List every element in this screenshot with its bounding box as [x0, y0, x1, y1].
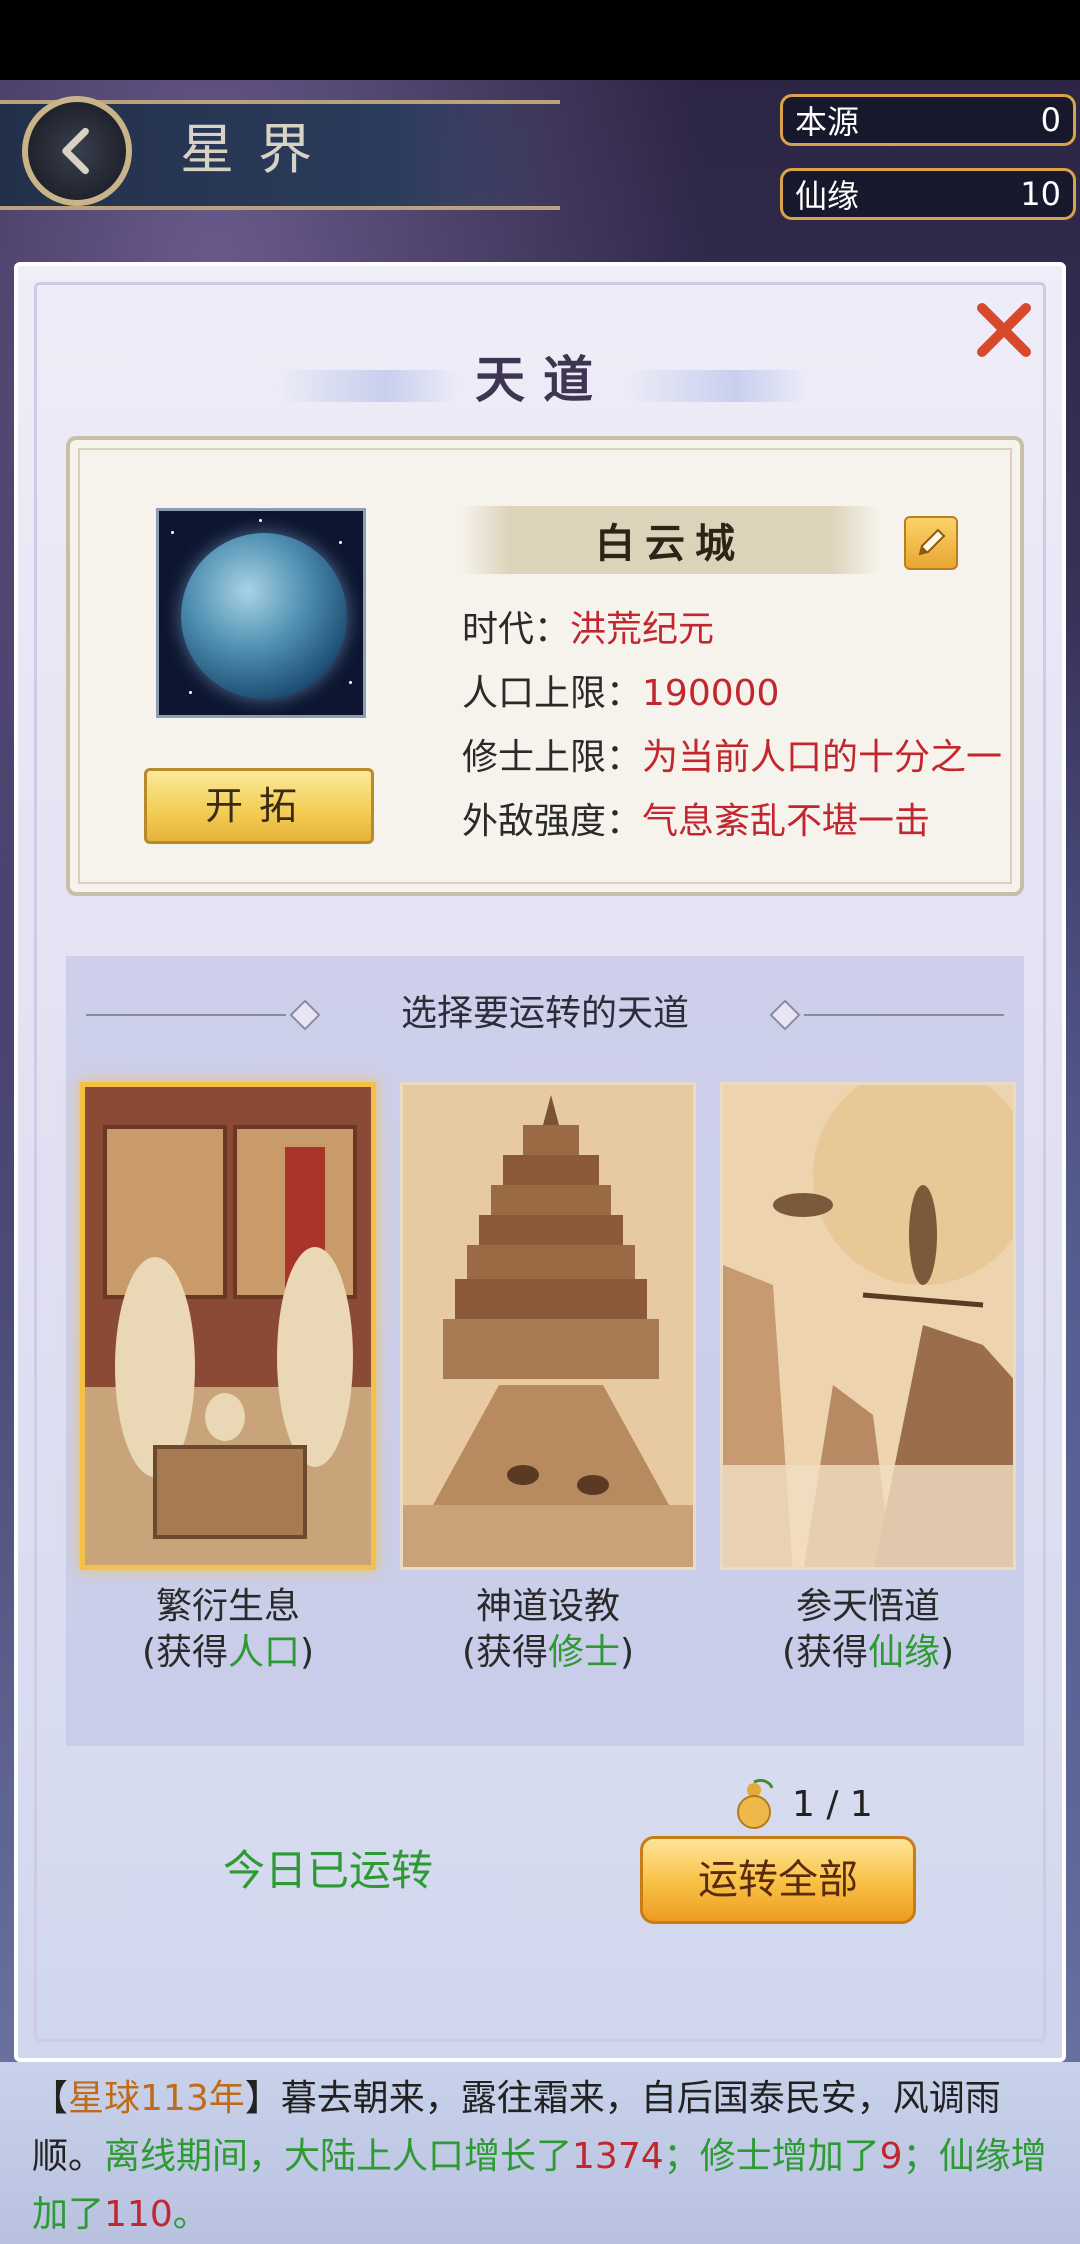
resource-benyuan: 本源 0 — [780, 94, 1076, 146]
close-button[interactable] — [968, 294, 1040, 366]
execution-count: 1 / 1 — [728, 1776, 873, 1832]
page-title: 星界 — [180, 118, 336, 181]
path-gain: (获得修士) — [461, 1632, 635, 1673]
stat-era: 时代：洪荒纪元 — [462, 600, 714, 652]
fanyan-illustration — [85, 1087, 371, 1565]
log-year: 星球113年 — [68, 2078, 245, 2119]
path-card-fanyan[interactable] — [80, 1082, 376, 1570]
log-text: 。 — [172, 2194, 209, 2235]
stat-key: 时代： — [462, 609, 571, 650]
stat-value: 为当前人口的十分之一 — [642, 737, 1003, 778]
modal-title: 天道 — [475, 350, 611, 409]
cantian-illustration — [723, 1085, 1013, 1567]
resource-value: 0 — [1040, 101, 1061, 139]
tiandao-select-panel: 选择要运转的天道 繁衍生息 (获得人口) 神道设教 (获得修士) 参天悟道 (获… — [66, 956, 1024, 1746]
planet-image — [156, 508, 366, 718]
gourd-icon — [737, 1778, 774, 1829]
status-bar — [0, 0, 1080, 80]
planet-sphere — [181, 533, 347, 699]
modal-title-area: 天道 — [278, 326, 808, 426]
path-gain: (获得仙缘) — [781, 1632, 955, 1673]
stat-key: 修士上限： — [462, 737, 643, 778]
log-bracket: 【 — [32, 2078, 69, 2119]
path-gain: (获得人口) — [141, 1632, 315, 1673]
event-log: 【星球113年】暮去朝来，露往霜来，自后国泰民安，风调雨顺。离线期间，大陆上人口… — [0, 2062, 1080, 2244]
shendao-illustration — [403, 1085, 693, 1567]
back-button[interactable] — [22, 96, 132, 206]
path-card-cantian[interactable] — [720, 1082, 1016, 1570]
edit-name-button[interactable] — [904, 516, 958, 570]
log-cultivators: 9 — [879, 2136, 903, 2177]
path-card-shendao[interactable] — [400, 1082, 696, 1570]
tiandao-modal: 天道 开拓 白云城 时代：洪荒纪元 人口上限：190000 修士上限：为当前人口… — [14, 262, 1066, 2062]
run-all-button[interactable]: 运转全部 — [640, 1836, 916, 1924]
path-label-fanyan: 繁衍生息 (获得人口) — [68, 1584, 388, 1676]
stat-value: 洪荒纪元 — [570, 609, 715, 650]
log-text: 离线期间，大陆上人口增长了 — [104, 2136, 573, 2177]
log-bracket: 】 — [244, 2078, 281, 2119]
resource-value: 10 — [1020, 175, 1061, 213]
chevron-left-icon — [62, 127, 89, 175]
planet-info-card: 开拓 白云城 时代：洪荒纪元 人口上限：190000 修士上限：为当前人口的十分… — [66, 436, 1024, 896]
count-text: 1 / 1 — [792, 1783, 873, 1825]
city-name: 白云城 — [595, 520, 745, 567]
close-icon — [977, 303, 1031, 357]
resource-xianyuan: 仙缘 10 — [780, 168, 1076, 220]
stat-value: 190000 — [642, 673, 780, 714]
path-label-shendao: 神道设教 (获得修士) — [388, 1584, 708, 1676]
stat-cultivator-cap: 修士上限：为当前人口的十分之一 — [462, 728, 1002, 780]
expand-button[interactable]: 开拓 — [144, 768, 374, 844]
pencil-icon — [918, 528, 946, 556]
path-name: 神道设教 — [475, 1586, 620, 1627]
log-fate: 110 — [104, 2194, 173, 2235]
title-ornament-left — [278, 370, 458, 402]
stat-population-cap: 人口上限：190000 — [462, 664, 779, 716]
resource-label: 仙缘 — [795, 177, 860, 215]
path-label-cantian: 参天悟道 (获得仙缘) — [708, 1584, 1028, 1676]
resource-label: 本源 — [795, 103, 860, 141]
stat-key: 人口上限： — [462, 673, 643, 714]
title-ornament-right — [628, 370, 808, 402]
stat-key: 外敌强度： — [462, 801, 643, 842]
path-name: 参天悟道 — [795, 1586, 940, 1627]
today-status: 今日已运转 — [222, 1846, 433, 1895]
log-population: 1374 — [572, 2136, 664, 2177]
path-name: 繁衍生息 — [155, 1586, 300, 1627]
stat-enemy-strength: 外敌强度：气息紊乱不堪一击 — [462, 792, 930, 844]
log-text: ；修士增加了 — [663, 2136, 880, 2177]
stat-value: 气息紊乱不堪一击 — [642, 801, 931, 842]
divider-right — [804, 1014, 1004, 1016]
city-name-banner: 白云城 — [460, 506, 880, 574]
